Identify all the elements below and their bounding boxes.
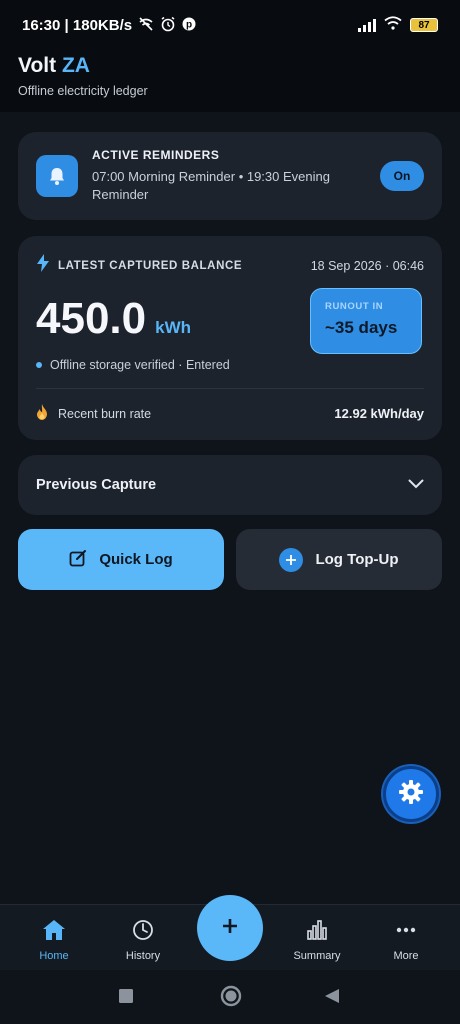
plus-icon — [222, 918, 238, 939]
balance-card: LATEST CAPTURED BALANCE 18 Sep 2026 · 06… — [18, 236, 442, 440]
svg-text:p: p — [186, 19, 192, 30]
nav-summary-label: Summary — [293, 950, 341, 962]
chevron-down-icon — [408, 476, 424, 494]
plus-circle-icon — [279, 547, 304, 572]
settings-fab[interactable] — [383, 766, 439, 822]
app-title-accent: ZA — [61, 54, 90, 77]
battery-icon: 87 — [410, 18, 438, 32]
bell-icon — [36, 155, 78, 197]
reminders-toggle[interactable]: On — [380, 161, 424, 191]
app-header: Volt ZA Offline electricity ledger — [0, 50, 460, 112]
runout-value: ~35 days — [325, 318, 398, 337]
balance-label: LATEST CAPTURED BALANCE — [58, 259, 243, 272]
previous-capture-expander[interactable]: Previous Capture — [18, 455, 442, 515]
status-bar: 16:30 | 180KB/s p 87 — [0, 0, 460, 50]
lightning-icon — [36, 254, 50, 277]
edit-icon — [69, 549, 87, 571]
wifi-icon — [384, 16, 402, 34]
more-dots-icon — [395, 919, 417, 944]
alarm-icon — [160, 16, 176, 35]
system-navigation — [0, 970, 460, 1024]
clock-icon — [132, 919, 154, 944]
gear-icon — [398, 779, 424, 810]
reminders-card[interactable]: ACTIVE REMINDERS 07:00 Morning Reminder … — [18, 132, 442, 220]
burn-rate-value: 12.92 kWh/day — [334, 406, 424, 421]
wifi-off-icon — [138, 16, 154, 34]
app-title: Volt ZA — [18, 54, 442, 78]
reminders-title: ACTIVE REMINDERS — [92, 148, 220, 162]
quick-log-label: Quick Log — [99, 551, 173, 568]
nav-history[interactable]: History — [103, 919, 183, 962]
log-top-up-button[interactable]: Log Top-Up — [236, 529, 442, 590]
balance-unit: kWh — [155, 318, 191, 337]
runout-label: RUNOUT IN — [325, 301, 384, 312]
home-icon — [42, 919, 66, 944]
nav-more-label: More — [393, 950, 419, 962]
add-entry-fab[interactable] — [197, 895, 263, 961]
nav-home-label: Home — [39, 950, 69, 962]
quick-log-button[interactable]: Quick Log — [18, 529, 224, 590]
nav-more[interactable]: More — [366, 919, 446, 962]
nav-summary[interactable]: Summary — [277, 919, 357, 962]
storage-status: Offline storage verified · Entered — [36, 358, 230, 372]
balance-value: 450.0 — [36, 294, 147, 343]
log-top-up-label: Log Top-Up — [315, 551, 399, 568]
runout-badge: RUNOUT IN ~35 days — [310, 288, 422, 354]
app-title-main: Volt — [18, 54, 57, 77]
burn-rate-label: Recent burn rate — [58, 406, 152, 421]
bar-chart-icon — [306, 919, 328, 944]
divider — [36, 388, 424, 389]
signal-icon — [358, 18, 376, 32]
reminders-body: 07:00 Morning Reminder • 19:30 Evening R… — [92, 169, 330, 202]
back-icon[interactable] — [324, 988, 340, 1009]
storage-status-text: Offline storage verified · Entered — [50, 358, 230, 372]
fire-icon — [36, 404, 48, 423]
balance-date: 18 Sep 2026 · 06:46 — [310, 258, 424, 273]
previous-capture-label: Previous Capture — [36, 477, 157, 493]
app-subtitle: Offline electricity ledger — [18, 84, 148, 98]
home-button-icon[interactable] — [220, 985, 242, 1012]
pinterest-icon: p — [182, 17, 196, 34]
status-time: 16:30 | 180KB/s — [22, 16, 133, 34]
nav-home[interactable]: Home — [14, 919, 94, 962]
recent-apps-icon[interactable] — [118, 988, 134, 1009]
status-dot — [36, 362, 42, 368]
nav-history-label: History — [125, 950, 161, 962]
